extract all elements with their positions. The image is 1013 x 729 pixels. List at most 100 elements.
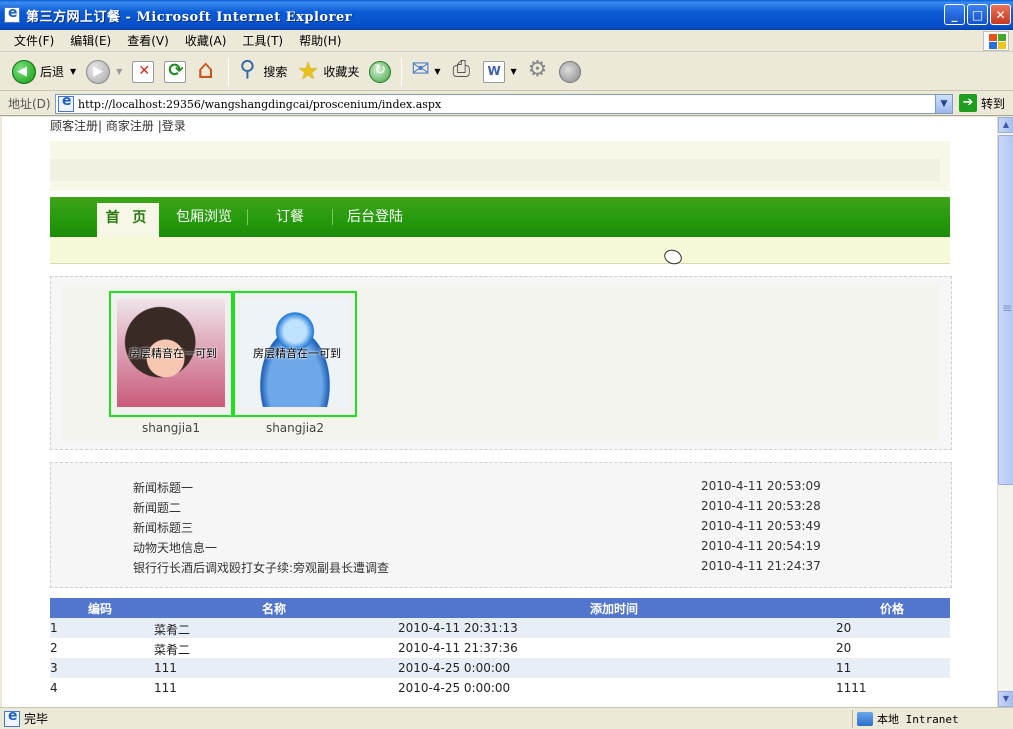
nav-tab-rooms[interactable]: 包厢浏览	[176, 206, 232, 226]
news-title[interactable]: 动物天地信息一	[133, 539, 217, 556]
news-item[interactable]: 新闻标题一 2010-4-11 20:53:09	[133, 479, 853, 499]
menu-file[interactable]: 文件(F)	[6, 32, 62, 49]
history-icon	[369, 60, 392, 83]
page-icon	[58, 93, 74, 112]
forward-button[interactable]: ▼	[82, 57, 126, 87]
column-header-time: 添加时间	[590, 602, 639, 616]
cell-time: 2010-4-11 20:31:13	[398, 621, 518, 635]
cell-name: 菜肴二	[154, 623, 191, 637]
shop-card[interactable]: 房层精音在一可到 shangjia2	[223, 285, 357, 445]
sub-bar	[50, 237, 950, 264]
forward-arrow-icon	[86, 59, 111, 84]
customer-register-link[interactable]: 顾客注册|	[50, 119, 102, 133]
address-label: 地址(D)	[8, 97, 51, 111]
intranet-zone-icon	[857, 712, 873, 726]
status-bar: 完毕 本地 Intranet	[0, 707, 1013, 729]
nav-tab-admin-login[interactable]: 后台登陆	[347, 206, 403, 226]
toolbar-separator	[401, 57, 403, 86]
login-link[interactable]: |登录	[158, 119, 186, 133]
table-row[interactable]: 4 111 2010-4-25 0:00:00 1111	[50, 678, 950, 698]
banner	[50, 141, 950, 191]
merchant-register-link[interactable]: 商家注册	[102, 119, 158, 133]
favorites-star-icon	[297, 57, 319, 85]
nav-tab-order[interactable]: 订餐	[276, 206, 304, 226]
address-url[interactable]: http://localhost:29356/wangshangdingcai/…	[78, 98, 441, 111]
status-text: 完毕	[24, 712, 49, 726]
shop-image-frame[interactable]: 房层精音在一可到	[109, 291, 233, 417]
menu-edit[interactable]: 编辑(E)	[62, 32, 119, 49]
cell-id: 3	[50, 661, 58, 675]
maximize-button[interactable]: □	[967, 4, 988, 25]
news-item[interactable]: 银行行长酒后调戏殴打女子续:旁观副县长遭调查 2010-4-11 21:24:3…	[133, 559, 853, 579]
cell-name: 菜肴二	[154, 643, 191, 657]
search-label: 搜索	[263, 65, 288, 79]
menu-favorites[interactable]: 收藏(A)	[177, 32, 235, 49]
back-label: 后退	[40, 65, 65, 79]
menu-view[interactable]: 查看(V)	[119, 32, 177, 49]
news-title[interactable]: 新闻题二	[133, 499, 181, 516]
table-row[interactable]: 2 菜肴二 2010-4-11 21:37:36 20	[50, 638, 950, 658]
shop-name[interactable]: shangjia2	[233, 421, 357, 435]
shops-panel-inner: 房层精音在一可到 shangjia1 房层精音在一可到 shangjia2	[63, 285, 939, 441]
refresh-icon	[164, 60, 187, 83]
scroll-down-icon[interactable]: ▼	[998, 691, 1013, 707]
address-dropdown-icon[interactable]: ▼	[935, 95, 952, 113]
title-bar: 第三方网上订餐 - Microsoft Internet Explorer _ …	[0, 0, 1013, 30]
stop-icon	[132, 60, 155, 83]
shop-image-frame[interactable]: 房层精音在一可到	[233, 291, 357, 417]
favorites-label: 收藏夹	[323, 65, 360, 79]
edit-button[interactable]: ▼	[479, 57, 521, 87]
cell-price: 20	[836, 621, 852, 635]
table-row[interactable]: 1 菜肴二 2010-4-11 20:31:13 20	[50, 618, 950, 638]
shop-card[interactable]: 房层精音在一可到 shangjia1	[99, 285, 233, 445]
stop-button[interactable]	[128, 57, 158, 87]
go-button[interactable]: ➔ 转到	[959, 94, 1005, 112]
edit-word-icon	[482, 60, 505, 83]
news-item[interactable]: 新闻题二 2010-4-11 20:53:28	[133, 499, 853, 519]
search-icon	[237, 57, 259, 83]
mail-button[interactable]: ▼	[406, 57, 444, 87]
history-button[interactable]	[365, 57, 395, 87]
edit-dropdown-icon[interactable]: ▼	[511, 67, 517, 76]
table-row[interactable]: 3 111 2010-4-25 0:00:00 11	[50, 658, 950, 678]
forward-dropdown-icon[interactable]: ▼	[116, 67, 122, 76]
favorites-button[interactable]: 收藏夹	[293, 57, 363, 87]
print-button[interactable]	[447, 57, 477, 87]
nav-tab-home[interactable]: 首 页	[97, 203, 159, 237]
nav-separator	[332, 209, 333, 225]
back-button[interactable]: 后退 ▼	[8, 57, 80, 87]
dish-table: 编码 名称 添加时间 价格 1 菜肴二 2010-4-11 20:31:13 2…	[50, 598, 950, 698]
address-input[interactable]: http://localhost:29356/wangshangdingcai/…	[55, 93, 953, 114]
mail-icon	[410, 57, 432, 83]
news-title[interactable]: 银行行长酒后调戏殴打女子续:旁观副县长遭调查	[133, 559, 389, 576]
shop-name[interactable]: shangjia1	[109, 421, 233, 435]
window-title: 第三方网上订餐 - Microsoft Internet Explorer	[26, 9, 353, 25]
refresh-button[interactable]	[160, 57, 190, 87]
back-dropdown-icon[interactable]: ▼	[70, 67, 76, 76]
news-title[interactable]: 新闻标题三	[133, 519, 193, 536]
messenger-button[interactable]	[555, 57, 585, 87]
close-button[interactable]: ✕	[990, 4, 1011, 25]
search-button[interactable]: 搜索	[233, 57, 291, 87]
column-header-name: 名称	[262, 602, 287, 616]
address-bar: 地址(D) http://localhost:29356/wangshangdi…	[0, 92, 1013, 116]
news-title[interactable]: 新闻标题一	[133, 479, 193, 496]
page-done-icon	[4, 708, 20, 727]
go-arrow-icon: ➔	[959, 94, 977, 112]
news-item[interactable]: 动物天地信息一 2010-4-11 20:54:19	[133, 539, 853, 559]
home-button[interactable]	[192, 55, 222, 87]
scroll-thumb[interactable]	[998, 135, 1013, 485]
mail-dropdown-icon[interactable]: ▼	[434, 67, 440, 76]
news-time: 2010-4-11 21:24:37	[701, 559, 821, 573]
news-time: 2010-4-11 20:53:49	[701, 519, 821, 533]
research-button[interactable]	[523, 57, 553, 87]
news-item[interactable]: 新闻标题三 2010-4-11 20:53:49	[133, 519, 853, 539]
menu-tools[interactable]: 工具(T)	[234, 32, 291, 49]
scroll-up-icon[interactable]: ▲	[998, 117, 1013, 133]
window-controls: _ □ ✕	[944, 4, 1011, 25]
minimize-button[interactable]: _	[944, 4, 965, 25]
windows-logo-icon	[983, 31, 1009, 51]
security-zone: 本地 Intranet	[852, 710, 959, 728]
vertical-scrollbar[interactable]: ▲ ▼	[997, 117, 1013, 707]
menu-help[interactable]: 帮助(H)	[291, 32, 349, 49]
